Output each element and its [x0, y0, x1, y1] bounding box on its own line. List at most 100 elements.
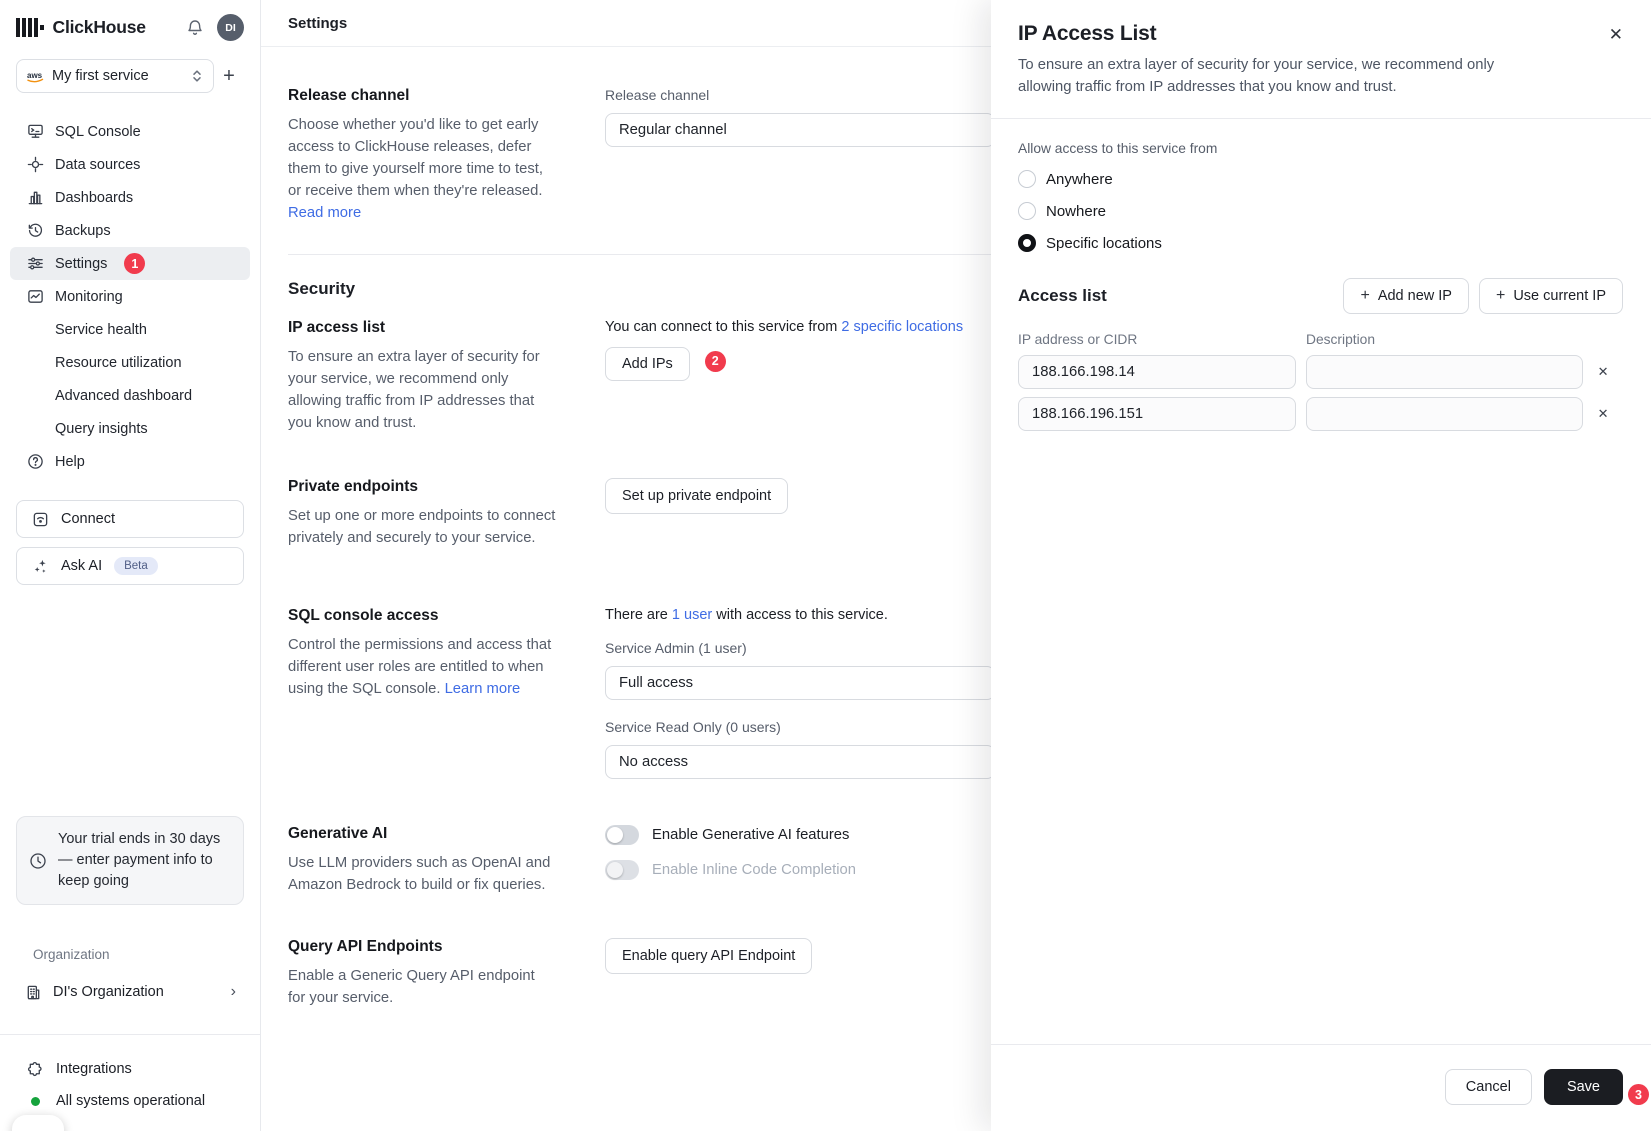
sidebar-item-settings[interactable]: Settings 1 — [10, 247, 250, 280]
sidebar-item-backups[interactable]: Backups — [10, 214, 250, 247]
sidebar-item-service-health[interactable]: Service health — [10, 313, 250, 346]
release-channel-field-label: Release channel — [605, 87, 1025, 103]
sidebar-item-advanced-dashboard[interactable]: Advanced dashboard — [10, 379, 250, 412]
sidebar-item-query-insights[interactable]: Query insights — [10, 412, 250, 445]
ip-input[interactable] — [1018, 397, 1296, 431]
radio-specific-locations[interactable]: Specific locations — [1018, 234, 1623, 252]
generative-ai-title: Generative AI — [288, 825, 556, 843]
setup-private-endpoint-button[interactable]: Set up private endpoint — [605, 478, 788, 514]
user-count-link[interactable]: 1 user — [672, 607, 712, 623]
sidebar-item-resource-utilization[interactable]: Resource utilization — [10, 346, 250, 379]
add-service-button[interactable]: + — [214, 66, 244, 86]
radio-nowhere[interactable]: Nowhere — [1018, 202, 1623, 220]
sidebar-item-help[interactable]: Help — [10, 445, 250, 478]
system-status[interactable]: All systems operational — [16, 1085, 244, 1117]
private-endpoints-title: Private endpoints — [288, 478, 556, 496]
radio-specific-locations-control[interactable] — [1018, 234, 1036, 252]
organization-section-label: Organization — [33, 947, 260, 962]
connect-icon — [31, 510, 49, 528]
sparkles-icon — [31, 557, 49, 575]
sidebar-item-label: Dashboards — [55, 190, 133, 206]
settings-step-badge: 1 — [124, 253, 145, 274]
cancel-button[interactable]: Cancel — [1445, 1069, 1532, 1105]
access-list-row: ✕ — [1018, 397, 1623, 431]
service-readonly-select[interactable]: No access — [605, 745, 995, 779]
sidebar-item-data-sources[interactable]: Data sources — [10, 148, 250, 181]
status-label: All systems operational — [56, 1093, 205, 1109]
ask-ai-label: Ask AI — [61, 558, 102, 574]
generative-ai-toggle-label: Enable Generative AI features — [652, 827, 849, 843]
aws-icon: aws — [27, 70, 44, 83]
ip-access-list-drawer: IP Access List ✕ To ensure an extra laye… — [991, 0, 1651, 1131]
notifications-bell-icon[interactable] — [185, 18, 205, 38]
drawer-description: To ensure an extra layer of security for… — [1018, 54, 1538, 98]
beta-badge: Beta — [114, 557, 158, 575]
radio-anywhere-label: Anywhere — [1046, 171, 1113, 188]
ip-input[interactable] — [1018, 355, 1296, 389]
generative-ai-toggle[interactable] — [605, 825, 639, 845]
dashboards-icon — [26, 189, 44, 207]
sidebar-item-label: Monitoring — [55, 289, 123, 305]
remove-row-icon[interactable]: ✕ — [1583, 406, 1623, 422]
service-selector-label: My first service — [52, 68, 183, 84]
sidebar-item-dashboards[interactable]: Dashboards — [10, 181, 250, 214]
sidebar: ClickHouse DI aws My first service — [0, 0, 261, 1131]
plus-icon: + — [1360, 288, 1369, 304]
sidebar-item-label: Data sources — [55, 157, 140, 173]
add-new-ip-button[interactable]: + Add new IP — [1343, 278, 1469, 314]
remove-row-icon[interactable]: ✕ — [1583, 364, 1623, 380]
radio-anywhere[interactable]: Anywhere — [1018, 170, 1623, 188]
integrations-puzzle-icon — [26, 1060, 44, 1078]
sql-access-status-suffix: with access to this service. — [716, 607, 888, 623]
trial-notice: Your trial ends in 30 days — enter payme… — [16, 816, 244, 905]
sql-access-status-prefix: There are — [605, 607, 668, 623]
add-ips-button[interactable]: Add IPs — [605, 347, 690, 381]
specific-locations-link[interactable]: 2 specific locations — [841, 319, 963, 335]
description-input[interactable] — [1306, 355, 1584, 389]
integrations-link[interactable]: Integrations — [16, 1053, 244, 1085]
sidebar-item-monitoring[interactable]: Monitoring — [10, 280, 250, 313]
generative-ai-description: Use LLM providers such as OpenAI and Ama… — [288, 852, 556, 896]
organization-switcher[interactable]: DI's Organization › — [16, 976, 244, 1008]
read-more-link[interactable]: Read more — [288, 205, 361, 221]
inline-code-completion-toggle[interactable] — [605, 860, 639, 880]
allow-access-label: Allow access to this service from — [1018, 141, 1623, 156]
learn-more-link[interactable]: Learn more — [445, 681, 521, 697]
query-api-description: Enable a Generic Query API endpoint for … — [288, 965, 556, 1009]
ask-ai-button[interactable]: Ask AI Beta — [16, 547, 244, 585]
save-button[interactable]: Save — [1544, 1069, 1623, 1105]
data-sources-icon — [26, 156, 44, 174]
sidebar-item-sql-console[interactable]: SQL Console — [10, 115, 250, 148]
chat-launcher-button[interactable] — [12, 1115, 64, 1131]
organization-building-icon — [24, 983, 42, 1001]
help-icon — [26, 453, 44, 471]
add-ips-step-badge: 2 — [705, 351, 726, 372]
chevron-right-icon: › — [231, 983, 236, 1001]
close-icon[interactable]: ✕ — [1609, 25, 1623, 45]
sidebar-item-label: Advanced dashboard — [55, 388, 192, 404]
use-current-ip-button[interactable]: + Use current IP — [1479, 278, 1623, 314]
sidebar-nav: SQL Console Data sources Dashboards — [0, 115, 260, 478]
release-channel-select[interactable]: Regular channel — [605, 113, 995, 147]
sql-console-access-title: SQL console access — [288, 607, 556, 625]
trial-notice-text: Your trial ends in 30 days — enter payme… — [58, 829, 231, 892]
release-channel-description: Choose whether you'd like to get early a… — [288, 117, 543, 199]
drawer-title: IP Access List — [1018, 22, 1609, 46]
user-avatar[interactable]: DI — [217, 14, 244, 41]
connect-button[interactable]: Connect — [16, 500, 244, 538]
release-channel-value: Regular channel — [619, 122, 727, 138]
use-current-ip-label: Use current IP — [1513, 288, 1606, 304]
access-list-title: Access list — [1018, 286, 1343, 306]
sidebar-item-label: Help — [55, 454, 85, 470]
description-input[interactable] — [1306, 397, 1584, 431]
enable-query-api-button[interactable]: Enable query API Endpoint — [605, 938, 812, 974]
radio-nowhere-label: Nowhere — [1046, 203, 1106, 220]
integrations-label: Integrations — [56, 1061, 132, 1077]
radio-nowhere-control[interactable] — [1018, 202, 1036, 220]
backups-icon — [26, 222, 44, 240]
radio-anywhere-control[interactable] — [1018, 170, 1036, 188]
service-admin-select[interactable]: Full access — [605, 666, 995, 700]
service-selector[interactable]: aws My first service — [16, 59, 214, 93]
save-step-badge: 3 — [1628, 1084, 1649, 1105]
sidebar-item-label: Backups — [55, 223, 111, 239]
